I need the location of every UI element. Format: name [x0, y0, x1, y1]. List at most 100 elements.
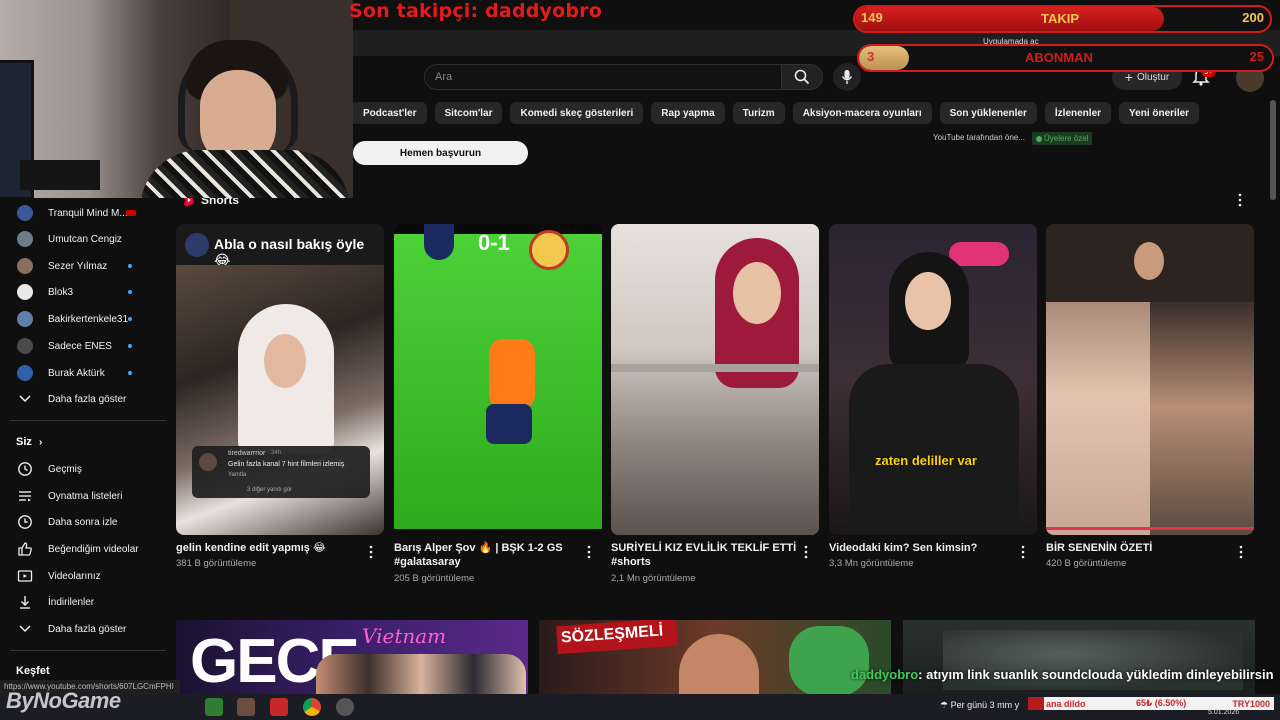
- chip-sketch-comedy[interactable]: Komedi skeç gösterileri: [510, 102, 644, 124]
- sub-name: Umutcan Cengiz: [48, 233, 122, 245]
- thumb-1-neon-text: Vietnam: [362, 624, 447, 648]
- shorts-more-options-icon[interactable]: [1234, 193, 1246, 207]
- search-button[interactable]: [781, 64, 823, 90]
- taskbar-app-icon[interactable]: [205, 698, 223, 716]
- short-2-more-icon[interactable]: [585, 545, 593, 559]
- short-2-title-line2: #galatasaray: [394, 556, 461, 568]
- sidebar-sub-sadece-enes[interactable]: Sadece ENES: [0, 333, 176, 359]
- channel-avatar: [17, 311, 33, 327]
- follow-goal-label: TAKIP: [1041, 11, 1080, 26]
- comment-more-replies: 3 diğer yanıtı gör: [247, 487, 293, 493]
- short-3-title-line2: #shorts: [611, 556, 651, 568]
- short-4-views: 3,3 Mn görüntüleme: [829, 558, 914, 569]
- chevron-right-icon: ›: [38, 437, 43, 448]
- short-2-views: 205 B görüntüleme: [394, 573, 475, 584]
- comment-bubble: tiredwarrrior 34h Gelin fazla kanal 7 hi…: [192, 446, 370, 498]
- sidebar-sub-tranquil-mind[interactable]: Tranquil Mind M...: [0, 200, 176, 226]
- chip-podcasts[interactable]: Podcast'ler: [353, 102, 427, 124]
- short-1-title[interactable]: gelin kendine edit yapmış 😂: [176, 541, 326, 555]
- ticker-text-3: TRY1000: [1232, 698, 1270, 709]
- sidebar-item-watch-later[interactable]: Daha sonra izle: [0, 509, 176, 535]
- short-1-more-icon[interactable]: [367, 545, 375, 559]
- follow-goal-target: 200: [1242, 10, 1264, 25]
- video-thumbnail-1[interactable]: GECE Vietnam: [176, 620, 528, 696]
- like-icon: [17, 541, 33, 557]
- short-5-title[interactable]: BİR SENENİN ÖZETİ: [1046, 541, 1152, 555]
- new-content-dot: [128, 371, 132, 375]
- short-2-team-logo-away: [529, 230, 569, 270]
- short-5-more-icon[interactable]: [1237, 545, 1245, 559]
- comment-user: tiredwarrrior: [228, 450, 266, 457]
- page-scrollbar[interactable]: [1270, 100, 1276, 200]
- taskbar-weather: ☂ Per günü 3 mm y: [940, 700, 1019, 711]
- sidebar-item-downloads[interactable]: İndirilenler: [0, 589, 176, 615]
- sidebar-sub-burak[interactable]: Burak Aktürk: [0, 360, 176, 386]
- taskbar-chrome-icon[interactable]: [303, 698, 321, 716]
- mic-icon: [841, 70, 853, 84]
- ticker-red-block: [1028, 697, 1044, 710]
- thumb-2-monster: [789, 626, 869, 696]
- short-thumbnail-5[interactable]: [1046, 224, 1254, 535]
- chip-recently-uploaded[interactable]: Son yüklenenler: [939, 102, 1037, 124]
- chip-rap[interactable]: Rap yapma: [651, 102, 725, 124]
- short-thumbnail-3[interactable]: [611, 224, 819, 535]
- short-5-left-face: [1046, 302, 1150, 535]
- new-content-dot: [128, 344, 132, 348]
- streamer-webcam: [0, 0, 353, 198]
- sidebar-sub-sezer[interactable]: Sezer Yılmaz: [0, 253, 176, 279]
- sidebar-item-playlists[interactable]: Oynatma listeleri: [0, 483, 176, 509]
- playlist-icon: [17, 488, 33, 504]
- taskbar-opera-icon[interactable]: [270, 698, 288, 716]
- create-label: Oluştur: [1136, 71, 1170, 83]
- chip-tourism[interactable]: Turizm: [732, 102, 785, 124]
- sub-name: Bakirkertenkele31: [48, 313, 129, 325]
- new-content-dot: [128, 317, 132, 321]
- sidebar-item-history[interactable]: Geçmiş: [0, 456, 176, 482]
- sub-avatar: [17, 311, 33, 327]
- short-2-title[interactable]: Barış Alper Şov 🔥 | BŞK 1-2 GS #galatasa…: [394, 541, 563, 569]
- sidebar-show-more[interactable]: Daha fazla göster: [0, 386, 176, 412]
- follow-goal-bar: 149 TAKIP 200: [853, 5, 1272, 33]
- channel-avatar: [17, 365, 33, 381]
- short-3-counter: [611, 364, 819, 372]
- sidebar-sub-bakirkertenkele[interactable]: Bakirkertenkele31: [0, 306, 176, 332]
- channel-avatar: [17, 258, 33, 274]
- short-3-title[interactable]: SURİYELİ KIZ EVLİLİK TEKLİF ETTİ #shorts: [611, 541, 796, 569]
- download-icon: [17, 594, 33, 610]
- short-thumbnail-2[interactable]: 0-1: [394, 224, 602, 535]
- sub-avatar: [17, 205, 33, 221]
- taskbar-obs-icon[interactable]: [336, 698, 354, 716]
- short-4-more-icon[interactable]: [1019, 545, 1027, 559]
- channel-watermark: ByNoGame: [6, 688, 121, 713]
- video-thumbnail-2[interactable]: SÖZLEŞMELİ: [539, 620, 891, 696]
- chip-sitcoms[interactable]: Sitcom'lar: [434, 102, 503, 124]
- sidebar-sub-umutcan[interactable]: Umutcan Cengiz: [0, 226, 176, 252]
- search-input[interactable]: Ara: [424, 64, 782, 90]
- short-thumbnail-4[interactable]: zaten deliller var: [829, 224, 1037, 535]
- sub-avatar: [17, 231, 33, 247]
- subscriber-goal-bar: 3 ABONMAN 25: [857, 44, 1274, 72]
- chip-action-adventure-games[interactable]: Aksiyon-macera oyunları: [792, 102, 932, 124]
- sidebar-item-liked-videos[interactable]: Beğendiğim videolar: [0, 536, 176, 562]
- webcam-keyboard: [20, 160, 100, 190]
- sub-name: Blok3: [48, 286, 74, 298]
- chip-new-to-you[interactable]: Yeni öneriler: [1119, 102, 1200, 124]
- you-section-header[interactable]: Siz ›: [16, 436, 42, 448]
- sidebar-sub-blok3[interactable]: Blok3: [0, 279, 176, 305]
- chip-watched[interactable]: İzlenenler: [1044, 102, 1112, 124]
- subscriber-goal-target: 25: [1249, 49, 1264, 64]
- sidebar-show-more-2[interactable]: Daha fazla göster: [0, 616, 176, 642]
- history-icon: [17, 461, 33, 477]
- apply-now-button[interactable]: Hemen başvurun: [353, 141, 528, 165]
- short-4-title[interactable]: Videodaki kim? Sen kimsin?: [829, 541, 977, 555]
- sidebar-item-your-videos[interactable]: Videolarınız: [0, 563, 176, 589]
- watch-later-icon: [17, 514, 33, 530]
- short-3-more-icon[interactable]: [802, 545, 810, 559]
- voice-search-button[interactable]: [833, 63, 861, 91]
- video-thumbnail-3[interactable]: [903, 620, 1255, 696]
- chat-username: daddyobro: [851, 667, 919, 682]
- taskbar-store-icon[interactable]: [237, 698, 255, 716]
- you-header-label: Siz: [16, 436, 32, 448]
- short-2-score: 0-1: [478, 230, 510, 255]
- short-5-streamer-face: [1134, 242, 1164, 280]
